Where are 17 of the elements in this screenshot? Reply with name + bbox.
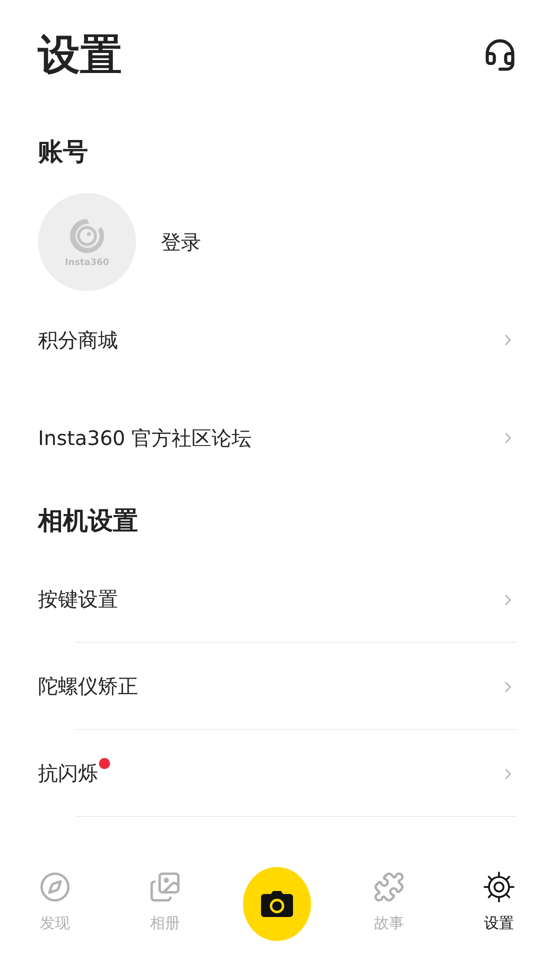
settings-item[interactable]: 抗闪烁 [38,760,98,787]
settings-item[interactable]: Insta360 官方社区论坛 [38,424,252,452]
settings-item[interactable]: 陀螺仪矫正 [38,673,138,700]
nav-tab[interactable]: 设置 [444,863,554,933]
gear-icon [482,871,515,903]
puzzle-icon [372,871,405,903]
page-title: 设置 [38,29,122,81]
settings-item[interactable]: 积分商城 [38,326,118,354]
compass-icon [39,871,72,903]
login-link[interactable]: 登录 [161,228,201,256]
settings-item[interactable]: 按键设置 [38,586,118,613]
lens-logo-icon [67,216,107,256]
camera-icon [260,891,293,917]
headset-icon[interactable] [483,38,517,72]
images-icon [149,871,182,903]
section-header: 账号 [38,136,89,168]
section-header: 相机设置 [38,505,139,537]
